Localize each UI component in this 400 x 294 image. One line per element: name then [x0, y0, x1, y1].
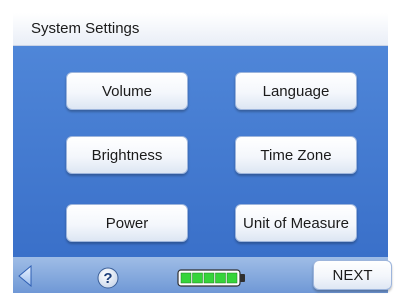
brightness-button[interactable]: Brightness: [66, 136, 188, 174]
unit-of-measure-button[interactable]: Unit of Measure: [235, 204, 357, 242]
battery-cell: [226, 272, 238, 284]
next-button[interactable]: NEXT: [313, 260, 392, 290]
time-zone-button[interactable]: Time Zone: [235, 136, 357, 174]
battery-cell: [192, 272, 203, 284]
page-title: System Settings: [31, 20, 140, 37]
help-icon[interactable]: ?: [97, 267, 119, 289]
title-bar: System Settings: [13, 13, 388, 46]
back-arrow-icon[interactable]: [17, 264, 35, 288]
power-button[interactable]: Power: [66, 204, 188, 242]
battery-cell: [203, 272, 215, 284]
battery-icon: [177, 269, 247, 287]
volume-button[interactable]: Volume: [66, 72, 188, 110]
battery-cell: [215, 272, 226, 284]
svg-text:?: ?: [103, 270, 112, 287]
bottom-toolbar: ? NEXT: [13, 257, 392, 293]
battery-cell: [180, 272, 192, 284]
battery-charge-cells: [180, 272, 238, 284]
language-button[interactable]: Language: [235, 72, 357, 110]
